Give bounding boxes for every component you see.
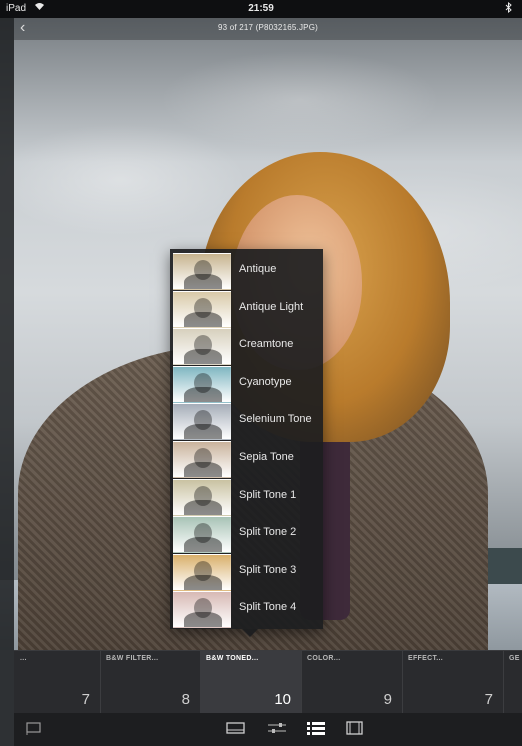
device-bezel-edge [0, 0, 14, 746]
preset-label: Antique [239, 263, 277, 275]
thumbnail-subject [194, 260, 212, 280]
clock: 21:59 [248, 3, 274, 14]
preset-item[interactable]: Selenium Tone [173, 402, 323, 441]
preset-item[interactable]: Split Tone 4 [173, 590, 323, 629]
photo-header: ‹ 93 of 217 (P8032165.JPG) [14, 18, 522, 40]
preset-item[interactable]: Cyanotype [173, 365, 323, 403]
preset-item[interactable]: Split Tone 1 [173, 478, 323, 516]
preset-label: Antique Light [239, 300, 304, 313]
preset-thumbnail [173, 290, 231, 328]
bluetooth-icon [505, 1, 512, 16]
category-tab[interactable]: COLOR... 9 [301, 651, 403, 714]
category-tab[interactable]: EFFECT... 7 [402, 651, 504, 714]
preset-thumbnail [173, 441, 231, 478]
preset-item[interactable]: Split Tone 3 [173, 553, 323, 591]
preset-thumbnail [173, 591, 231, 629]
popup-pointer [242, 629, 258, 637]
preset-thumbnail [173, 478, 231, 516]
category-tab[interactable]: B&W FILTER... 8 [100, 651, 201, 714]
category-count: 9 [383, 691, 392, 708]
frame-icon[interactable] [345, 721, 365, 737]
category-name: B&W TONED... [206, 655, 259, 662]
crop-icon[interactable] [226, 721, 246, 737]
preset-label: Sepia Tone [239, 451, 294, 463]
preset-label: Split Tone 2 [239, 526, 297, 539]
photo-title: 93 of 217 (P8032165.JPG) [218, 23, 318, 32]
preset-item[interactable]: Antique [173, 252, 323, 290]
preset-category-bar: ... 7 B&W FILTER... 8 B&W TONED... 10 COLOR...… [14, 650, 522, 714]
category-name: B&W FILTER... [106, 655, 159, 662]
thumbnail-subject [194, 485, 212, 506]
preset-thumbnail [173, 328, 231, 366]
preset-thumbnail [173, 516, 231, 554]
category-tab[interactable]: GE [503, 651, 522, 714]
preset-popup: Antique Antique Light Creamtone Cyanotype Se… [170, 249, 323, 637]
preset-item[interactable]: Split Tone 2 [173, 515, 323, 554]
thumbnail-subject [194, 448, 212, 468]
preset-thumbnail [173, 553, 231, 591]
flag-icon[interactable] [26, 721, 46, 737]
preset-thumbnail [173, 253, 231, 290]
preset-label: Selenium Tone [239, 413, 312, 426]
preset-label: Cyanotype [239, 375, 292, 388]
category-name: COLOR... [307, 655, 341, 662]
thumbnail-subject [194, 297, 212, 318]
category-count: 7 [484, 691, 493, 708]
thumbnail-subject [194, 372, 212, 393]
preset-label: Creamtone [239, 338, 294, 351]
preset-item[interactable]: Creamtone [173, 327, 323, 366]
preset-label: Split Tone 1 [239, 488, 297, 501]
preset-item[interactable]: Antique Light [173, 290, 323, 328]
preset-thumbnail [173, 403, 231, 441]
preset-thumbnail [173, 365, 231, 403]
category-count: 8 [181, 691, 190, 708]
category-tab[interactable]: B&W TONED... 10 [200, 651, 302, 714]
category-name: GE [509, 655, 520, 662]
preset-label: Split Tone 4 [239, 601, 297, 614]
category-count: 10 [274, 691, 291, 708]
preset-item[interactable]: Sepia Tone [173, 440, 323, 478]
preset-label: Split Tone 3 [239, 563, 297, 576]
category-name: EFFECT... [408, 655, 443, 662]
presets-list-icon[interactable] [306, 721, 326, 737]
category-name: ... [20, 655, 27, 662]
thumbnail-subject [194, 560, 212, 581]
category-tab[interactable]: ... 7 [14, 651, 101, 714]
adjust-sliders-icon[interactable] [267, 721, 287, 737]
category-count: 7 [81, 691, 90, 708]
bottom-toolbar [14, 713, 522, 746]
status-bar: iPad 21:59 [0, 0, 522, 18]
